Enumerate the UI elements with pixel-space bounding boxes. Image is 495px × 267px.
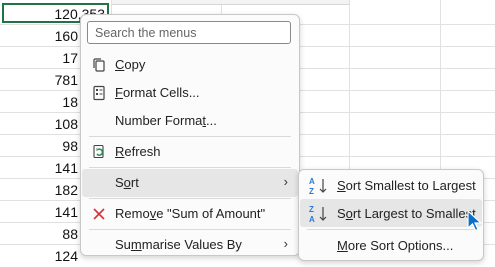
menu-item-remove-sum[interactable]: Remove "Sum of Amount" [82,200,298,228]
menu-item-format-cells[interactable]: Format Cells... [82,79,298,107]
grid-cell[interactable]: 141 [0,157,78,179]
menu-item-label: Refresh [115,144,161,159]
grid-cell[interactable]: 88 [0,223,78,245]
grid-cell[interactable]: 108 [0,113,78,135]
submenu-item-more-sort-options[interactable]: More Sort Options... [300,231,482,259]
format-cells-icon [91,85,107,101]
sort-descending-icon: Z A [308,204,332,224]
menu-item-label: Summarise Values By [115,237,242,252]
menu-item-sort[interactable]: Sort › [82,169,298,197]
grid-cell[interactable]: 98 [0,135,78,157]
context-menu: Copy Format Cells... Number Format... Re… [80,14,300,256]
submenu-separator [307,229,475,230]
mouse-pointer-icon [467,209,483,232]
submenu-item-sort-ascending[interactable]: A Z Sort Smallest to Largest [300,171,482,199]
grid-cell[interactable]: 124 [0,245,78,267]
grid-cell[interactable]: 160 [0,25,78,47]
refresh-icon [91,144,107,160]
chevron-right-icon: › [283,174,288,189]
menu-item-refresh[interactable]: Refresh [82,138,298,166]
menu-item-label: Sort [115,175,139,190]
submenu-item-label: More Sort Options... [337,238,454,253]
menu-separator [89,167,291,168]
submenu-item-sort-descending[interactable]: Z A Sort Largest to Smallest [300,199,482,227]
svg-text:A: A [309,215,315,224]
menu-item-number-format[interactable]: Number Format... [82,107,298,135]
grid-cell[interactable]: 781 [0,69,78,91]
menu-item-label: Remove "Sum of Amount" [115,206,266,221]
grid-cell[interactable]: 182 [0,179,78,201]
submenu-item-label: Sort Largest to Smallest [337,206,476,221]
sort-submenu: A Z Sort Smallest to Largest Z A Sort La… [298,169,484,261]
svg-text:Z: Z [309,205,314,214]
menu-separator [89,198,291,199]
menu-item-label: Number Format... [115,113,217,128]
menu-search-input[interactable] [88,22,290,43]
menu-item-label: Copy [115,57,146,72]
sort-ascending-icon: A Z [308,176,332,196]
menu-item-label: Format Cells... [115,85,200,100]
menu-item-summarise-values-by[interactable]: Summarise Values By › [82,231,298,259]
menu-separator [89,229,291,230]
menu-separator [89,136,291,137]
grid-cell[interactable]: 18 [0,91,78,113]
menu-item-copy[interactable]: Copy [82,51,298,79]
svg-text:Z: Z [309,187,314,196]
grid-cell[interactable]: 141 [0,201,78,223]
menu-search-box[interactable] [87,21,291,44]
copy-icon [91,57,107,73]
submenu-item-label: Sort Smallest to Largest [337,178,476,193]
grid-cell[interactable]: 17 [0,47,78,69]
window-edge [112,0,349,5]
svg-text:A: A [309,177,315,186]
remove-x-icon [91,206,107,222]
